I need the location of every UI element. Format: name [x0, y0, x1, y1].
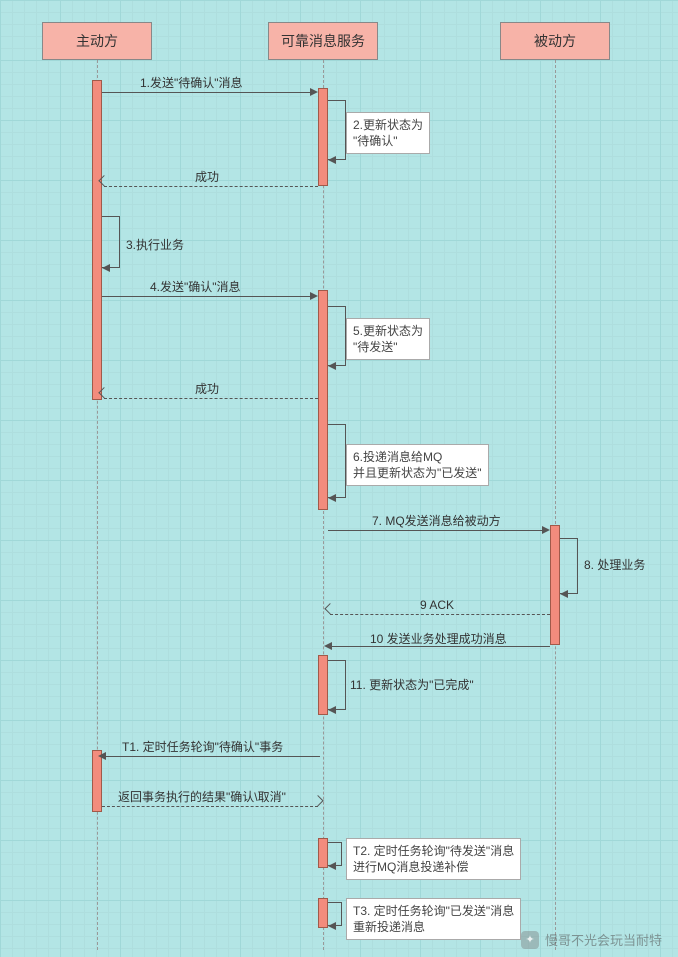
msg-8-arrow: [560, 590, 568, 598]
msg-t1b-arrow: [312, 795, 323, 806]
activation-msgsvc-5: [318, 898, 328, 928]
msg-9-label: 9 ACK: [420, 598, 454, 614]
msg-t1b-line: [102, 806, 318, 807]
msg-4-arrow: [310, 292, 318, 300]
msg-2-arrow: [328, 156, 336, 164]
msg-5-arrow: [328, 362, 336, 370]
msg-10-label: 10 发送业务处理成功消息: [370, 630, 507, 646]
activation-passive-1: [550, 525, 560, 645]
msg-11-arrow: [328, 706, 336, 714]
ret-2-label: 成功: [195, 380, 219, 396]
participant-passive: 被动方: [500, 22, 610, 60]
msg-1-line: [102, 92, 314, 93]
msg-t1a-label: T1. 定时任务轮询"待确认"事务: [122, 738, 283, 754]
msg-11-label: 11. 更新状态为"已完成": [350, 676, 474, 692]
msg-t1b-label: 返回事务执行的结果"确认\取消": [118, 788, 286, 804]
msg-7-arrow: [542, 526, 550, 534]
activation-msgsvc-2: [318, 290, 328, 510]
ret-2-line: [104, 398, 318, 399]
msg-5-text: 5.更新状态为"待发送": [353, 324, 423, 354]
ret-1-label: 成功: [195, 168, 219, 184]
msg-5-note: 5.更新状态为"待发送": [346, 318, 430, 360]
msg-t3-text: T3. 定时任务轮询"已发送"消息重新投递消息: [353, 904, 514, 934]
msg-t3-arrow: [328, 922, 336, 930]
msg-2-note: 2.更新状态为"待确认": [346, 112, 430, 154]
activation-msgsvc-1: [318, 88, 328, 186]
activation-active-1: [92, 80, 102, 400]
msg-9-arrow: [324, 603, 335, 614]
msg-11-self: [328, 660, 346, 710]
msg-7-line: [328, 530, 546, 531]
msg-2-text: 2.更新状态为"待确认": [353, 118, 423, 148]
participant-active: 主动方: [42, 22, 152, 60]
msg-4-line: [102, 296, 314, 297]
msg-3-label: 3.执行业务: [126, 236, 184, 252]
msg-t1a-line: [104, 756, 320, 757]
watermark: ✦ 慢哥不光会玩当耐特: [521, 930, 662, 949]
wechat-icon: ✦: [521, 931, 539, 949]
msg-3-arrow: [102, 264, 110, 272]
msg-6-note: 6.投递消息给MQ并且更新状态为"已发送": [346, 444, 489, 486]
msg-t2-arrow: [328, 862, 336, 870]
msg-1-arrow: [310, 88, 318, 96]
msg-2-self: [328, 100, 346, 160]
msg-3-self: [102, 216, 120, 268]
msg-5-self: [328, 306, 346, 366]
participant-label: 被动方: [534, 31, 576, 51]
msg-8-label: 8. 处理业务: [584, 556, 645, 572]
msg-9-line: [330, 614, 550, 615]
msg-6-text: 6.投递消息给MQ并且更新状态为"已发送": [353, 450, 482, 480]
msg-t2-note: T2. 定时任务轮询"待发送"消息进行MQ消息投递补偿: [346, 838, 521, 880]
ret-1-line: [104, 186, 318, 187]
msg-6-arrow: [328, 494, 336, 502]
msg-10-line: [330, 646, 550, 647]
lifeline-passive: [555, 60, 556, 950]
msg-8-self: [560, 538, 578, 594]
watermark-text: 慢哥不光会玩当耐特: [545, 930, 662, 949]
msg-4-label: 4.发送"确认"消息: [150, 278, 241, 294]
msg-7-label: 7. MQ发送消息给被动方: [372, 512, 501, 528]
msg-6-self: [328, 424, 346, 498]
msg-t2-text: T2. 定时任务轮询"待发送"消息进行MQ消息投递补偿: [353, 844, 514, 874]
participant-label: 可靠消息服务: [281, 31, 365, 51]
activation-msgsvc-4: [318, 838, 328, 868]
participant-label: 主动方: [76, 31, 118, 51]
msg-t3-note: T3. 定时任务轮询"已发送"消息重新投递消息: [346, 898, 521, 940]
msg-t1a-arrow: [98, 752, 106, 760]
activation-msgsvc-3: [318, 655, 328, 715]
msg-1-label: 1.发送"待确认"消息: [140, 74, 243, 90]
participant-msgsvc: 可靠消息服务: [268, 22, 378, 60]
msg-10-arrow: [324, 642, 332, 650]
